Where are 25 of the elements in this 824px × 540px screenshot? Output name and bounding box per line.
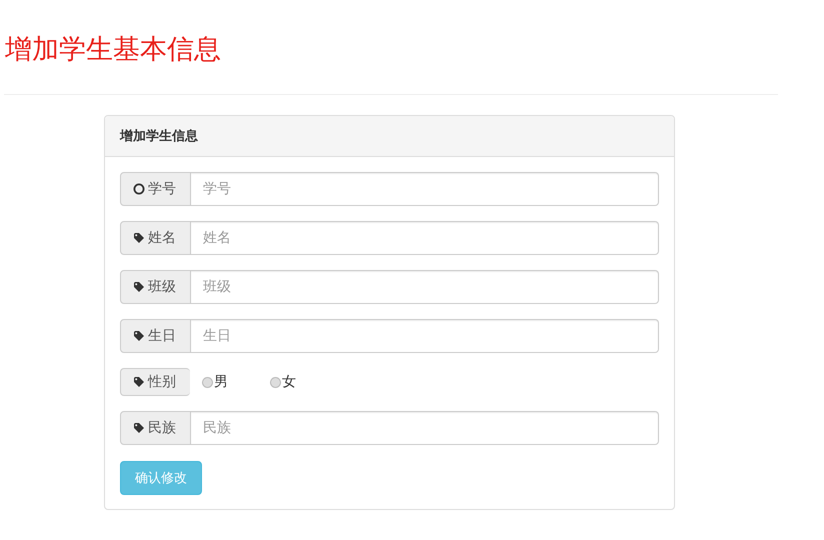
input-field[interactable]: 班级 [191, 270, 659, 304]
tag-icon [133, 422, 145, 434]
radio-label: 男 [214, 373, 228, 391]
circle-icon [133, 183, 145, 195]
tag-icon [133, 330, 145, 342]
field-label: 生日 [120, 319, 191, 353]
input-field[interactable]: 姓名 [191, 221, 659, 255]
field-label: 学号 [120, 172, 191, 206]
radio-option[interactable]: 男 [202, 373, 228, 391]
field-label: 民族 [120, 411, 191, 445]
page-title: 增加学生基本信息 [4, 33, 222, 67]
tag-icon [133, 281, 145, 293]
input-field[interactable]: 学号 [191, 172, 659, 206]
tag-icon [133, 232, 145, 244]
field-label: 班级 [120, 270, 191, 304]
radio-button[interactable] [202, 376, 213, 388]
field-label: 姓名 [120, 221, 191, 255]
panel-title: 增加学生信息 [120, 128, 198, 145]
radio-label: 女 [282, 373, 296, 391]
radio-option[interactable]: 女 [270, 373, 296, 391]
field-label: 性别 [120, 368, 190, 396]
input-field[interactable]: 生日 [191, 319, 659, 353]
tag-icon [133, 376, 145, 388]
radio-button[interactable] [270, 376, 281, 388]
input-field[interactable]: 民族 [191, 411, 659, 445]
